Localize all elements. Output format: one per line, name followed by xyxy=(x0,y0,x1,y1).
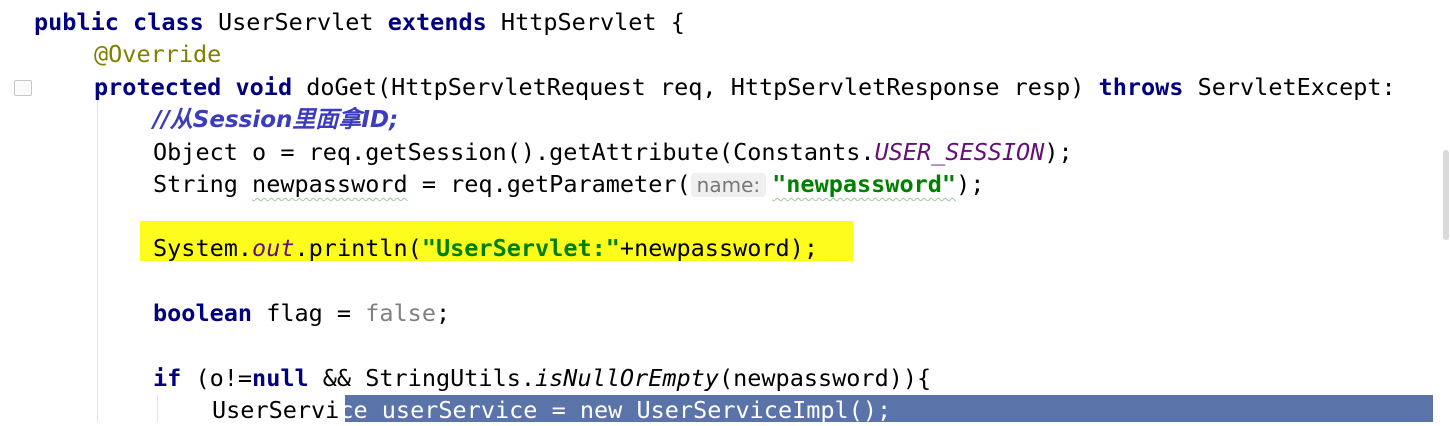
token-keyword: if xyxy=(153,364,182,392)
token-text: .println( xyxy=(294,234,422,262)
token-text: ServletExcept: xyxy=(1183,73,1396,101)
token-string: "newpassword" xyxy=(772,170,957,198)
token-keyword: extends xyxy=(387,8,487,36)
indent-guide xyxy=(97,100,98,422)
token-text: (newpassword)){ xyxy=(718,364,932,392)
token-text: && StringUtils. xyxy=(308,364,536,392)
token-static-method: isNullOrEmpty xyxy=(535,364,719,392)
vertical-scrollbar[interactable] xyxy=(1442,0,1450,422)
token-variable: newpassword xyxy=(252,170,408,198)
token-keyword: void xyxy=(235,73,293,101)
token-text: doGet(HttpServletRequest req, HttpServle… xyxy=(292,73,1099,101)
token-string: "UserServlet:" xyxy=(421,234,620,262)
token-text: ; xyxy=(435,299,451,327)
code-line-2: @Override xyxy=(94,38,221,70)
token-text: ); xyxy=(1044,138,1073,166)
token-text: = req.getParameter( xyxy=(407,170,691,198)
scrollbar-thumb[interactable] xyxy=(1443,150,1449,240)
code-line-7: System.out.println("UserServlet:"+newpas… xyxy=(153,232,818,264)
token-text: Object o = req.getSession().getAttribute… xyxy=(153,138,875,166)
token-class-name: UserServlet xyxy=(203,8,388,36)
token-selected-text: ce userService = new UserServiceImpl(); xyxy=(339,396,892,424)
code-line-10: UserService userService = new UserServic… xyxy=(212,394,891,426)
code-line-6: String newpassword = req.getParameter(na… xyxy=(153,168,984,200)
editor-gutter xyxy=(0,0,28,422)
token-comment: //从Session里面拿ID; xyxy=(153,107,399,133)
token-keyword: protected xyxy=(94,73,222,101)
token-literal: false xyxy=(365,299,436,327)
code-line-5: Object o = req.getSession().getAttribute… xyxy=(153,136,1073,168)
code-line-9: if (o!=null && StringUtils.isNullOrEmpty… xyxy=(153,362,931,394)
token-text: flag = xyxy=(252,299,366,327)
indent-guide xyxy=(157,395,158,422)
token-text: UserServi xyxy=(212,396,340,424)
code-line-3: protected void doGet(HttpServletRequest … xyxy=(94,71,1396,103)
token-text: System. xyxy=(153,234,253,262)
token-keyword: public xyxy=(34,8,119,36)
token-text: (o!= xyxy=(181,364,253,392)
token-annotation: @Override xyxy=(94,40,222,68)
token-text: ); xyxy=(956,170,985,198)
token-keyword: throws xyxy=(1098,73,1184,101)
token-constant: USER_SESSION xyxy=(874,138,1045,166)
token-keyword: null xyxy=(252,364,309,392)
token-keyword: boolean xyxy=(153,299,253,327)
parameter-hint: name: xyxy=(690,173,767,197)
fold-marker-icon[interactable] xyxy=(14,80,32,96)
token-keyword: class xyxy=(133,8,204,36)
token-text: HttpServlet { xyxy=(486,8,685,36)
token-text: String xyxy=(153,170,253,198)
code-line-1: public class UserServlet extends HttpSer… xyxy=(34,6,685,38)
token-static-field: out xyxy=(252,234,295,262)
code-line-4: //从Session里面拿ID; xyxy=(153,103,398,135)
code-line-8: boolean flag = false; xyxy=(153,297,450,329)
token-text: +newpassword); xyxy=(619,234,818,262)
